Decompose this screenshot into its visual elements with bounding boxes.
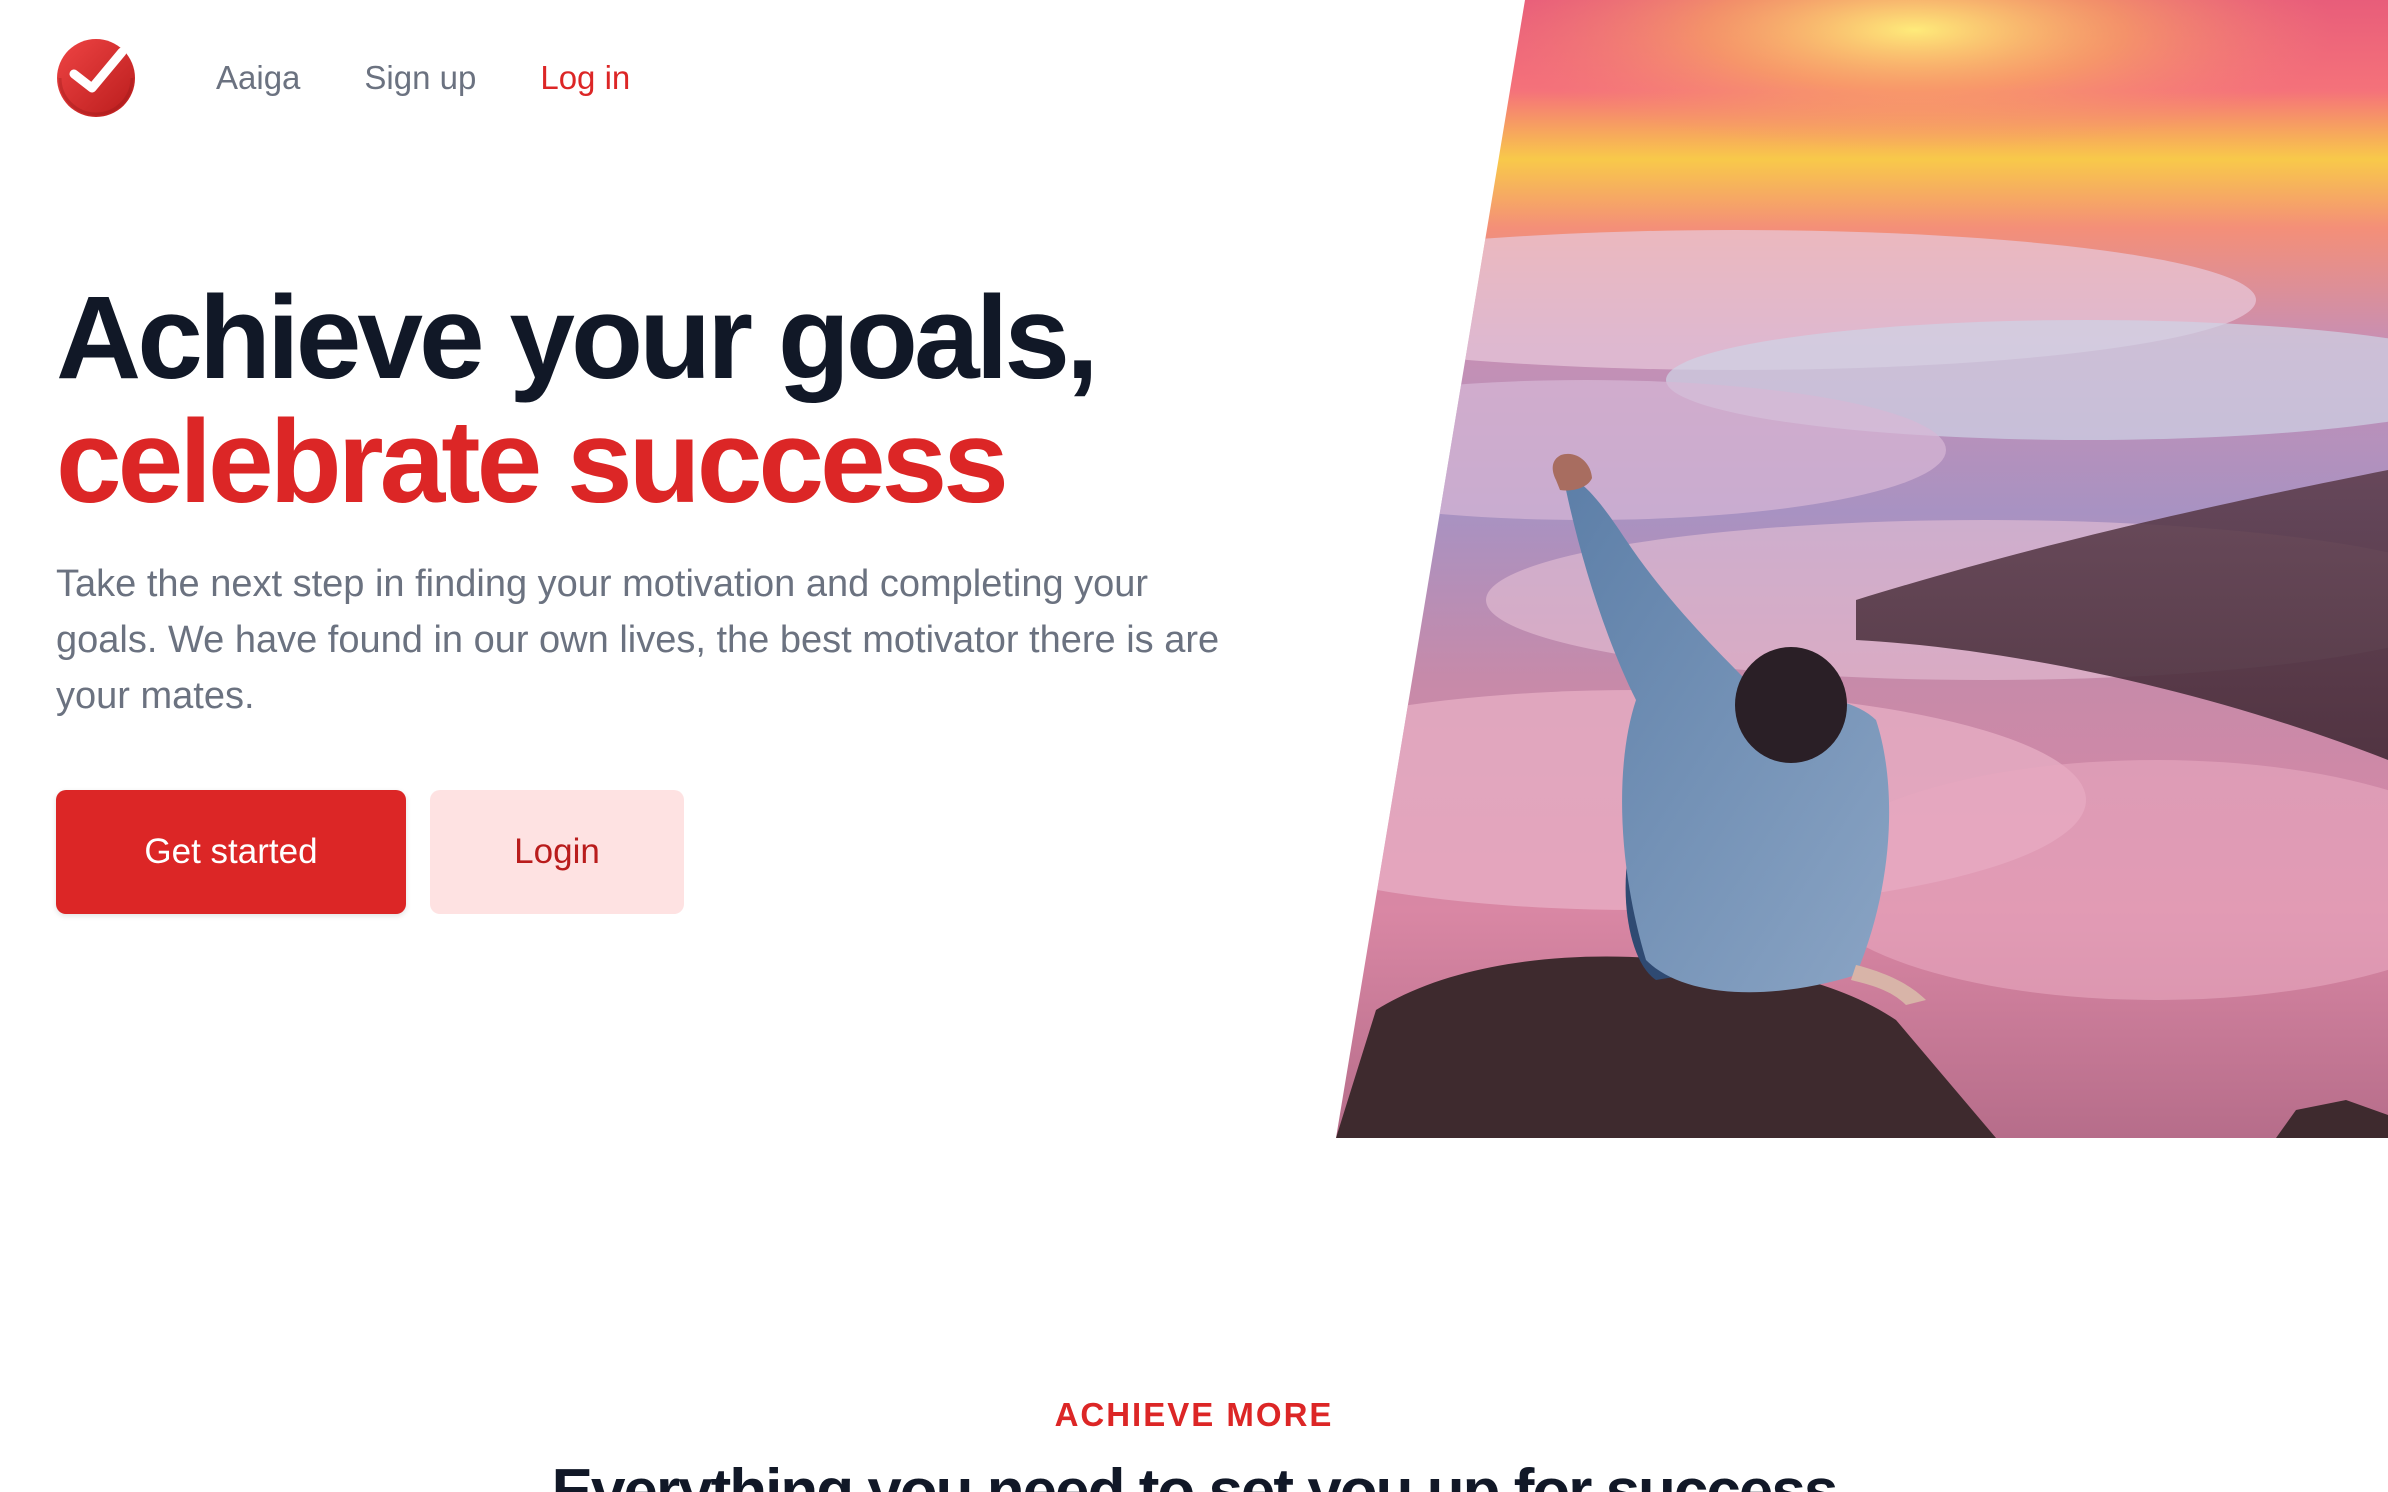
hero-image <box>1336 0 2388 1138</box>
section-eyebrow: ACHIEVE MORE <box>1054 1396 1334 1433</box>
section-title: Everything you need to set you up for su… <box>551 1457 1839 1492</box>
top-navigation: Aaiga Sign up Log in <box>56 36 694 120</box>
headline-line-2: celebrate success <box>56 396 1009 528</box>
nav-link-brand[interactable]: Aaiga <box>216 59 300 97</box>
person-on-mountain-image <box>1336 0 2388 1138</box>
hero-lead-text: Take the next step in finding your motiv… <box>56 563 1220 717</box>
checkmark-logo-icon[interactable] <box>56 38 136 118</box>
landing-page: Aaiga Sign up Log in Achieve your goals,… <box>0 0 2388 1492</box>
get-started-button[interactable]: Get started <box>56 790 406 914</box>
hero-headline: Achieve your goals, celebrate success <box>56 276 1316 524</box>
hero-cta-row: Get started Login <box>56 790 684 914</box>
login-button[interactable]: Login <box>430 790 684 914</box>
nav-link-login[interactable]: Log in <box>540 59 630 97</box>
nav-links: Aaiga Sign up Log in <box>216 59 694 97</box>
nav-link-signup[interactable]: Sign up <box>364 59 476 97</box>
headline-line-1: Achieve your goals, <box>56 272 1099 404</box>
